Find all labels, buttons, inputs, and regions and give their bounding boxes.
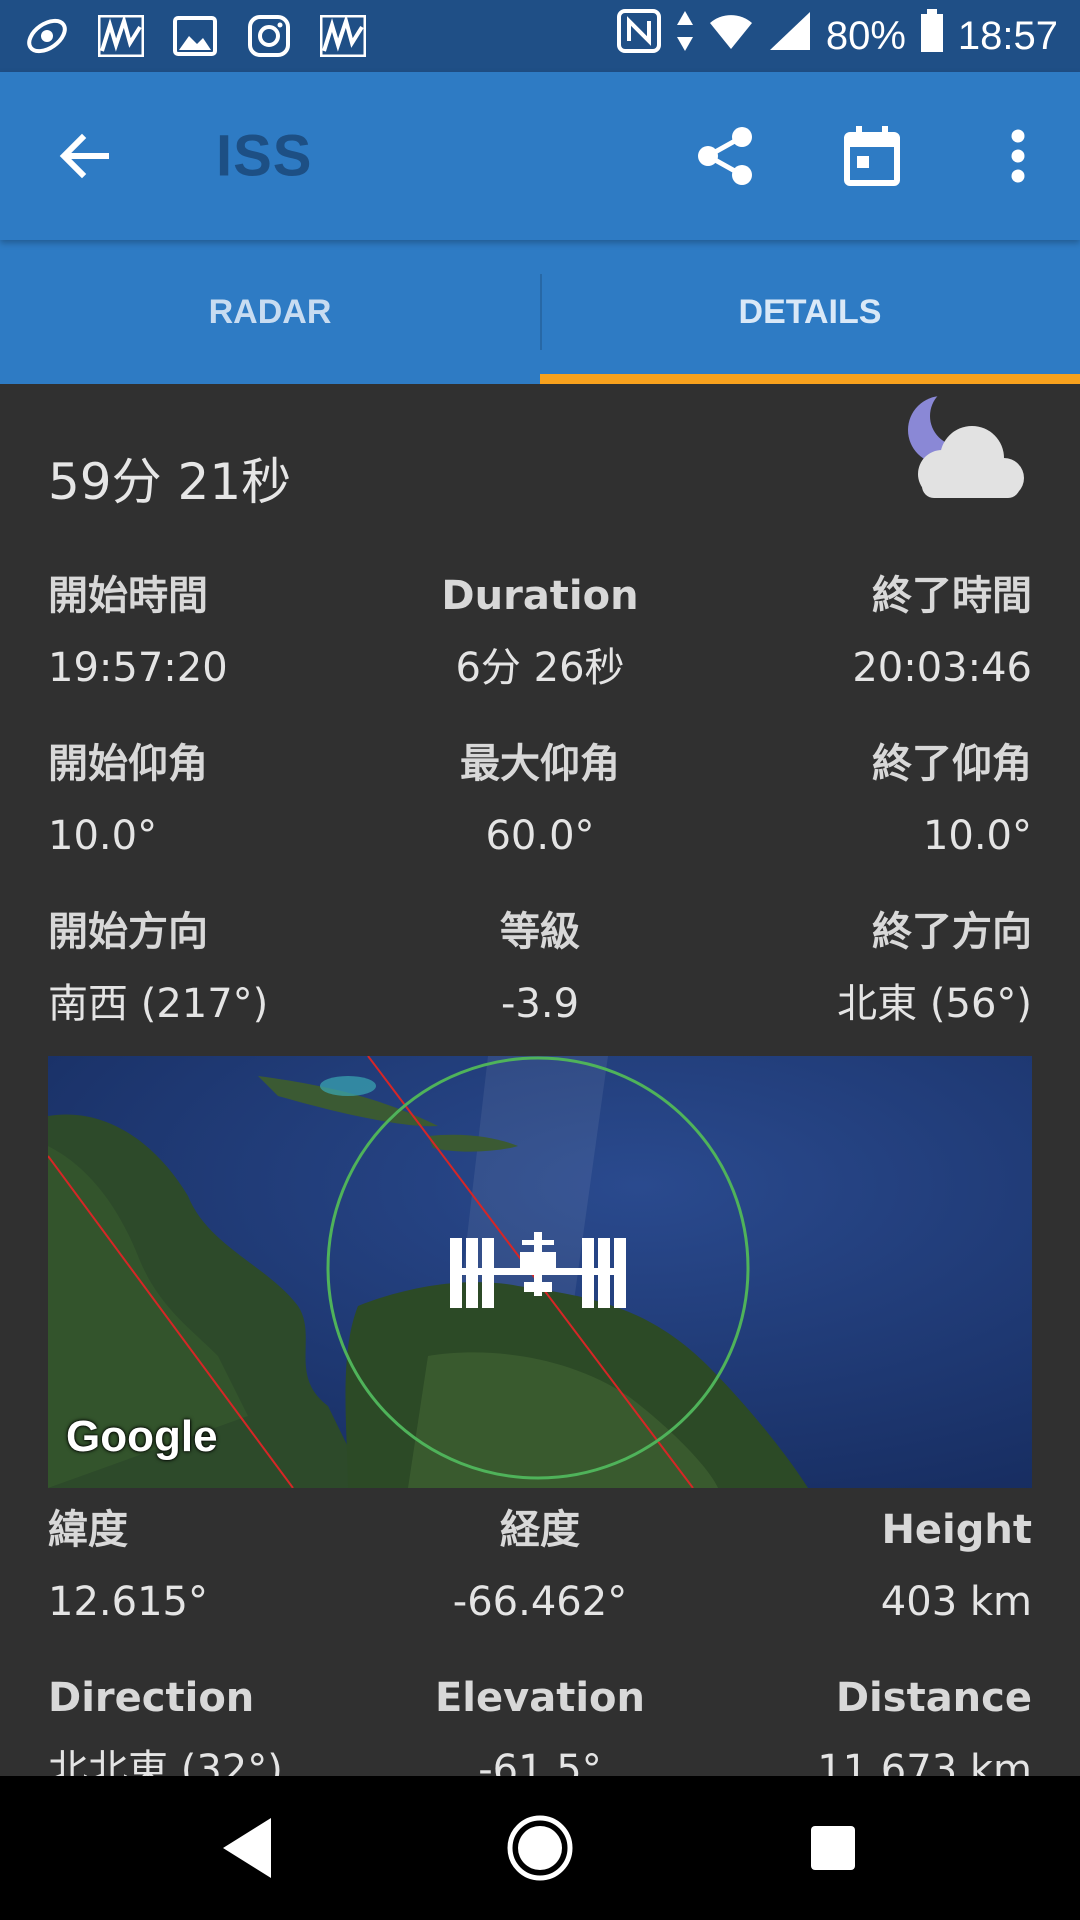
max-elevation-label: 最大仰角	[460, 741, 620, 787]
elevation-value: -61.5°	[478, 1747, 602, 1776]
distance-value: 11,673 km	[817, 1747, 1032, 1776]
direction-value: 北北東 (32°)	[48, 1747, 283, 1776]
calendar-button[interactable]	[834, 118, 910, 194]
instagram-icon	[244, 13, 294, 59]
details-panel: 59分 21秒 開始時間 19:57:20 Duration 6分 26秒 終了時間…	[0, 384, 1080, 1776]
tab-selected-indicator	[540, 374, 1080, 384]
elevation-row: 開始仰角 10.0° 最大仰角 60.0° 終了仰角 10.0°	[48, 736, 1032, 876]
more-vert-icon	[1011, 129, 1025, 183]
back-button[interactable]	[48, 120, 120, 192]
end-direction-value: 北東 (56°)	[837, 981, 1032, 1027]
wifi-icon	[708, 11, 754, 61]
gallery-icon	[170, 13, 220, 59]
nav-recents-icon	[811, 1826, 856, 1870]
tab-details[interactable]: DETAILS	[540, 240, 1080, 384]
end-direction-label: 終了方向	[872, 909, 1032, 955]
nav-home-button[interactable]	[490, 1798, 590, 1898]
end-elevation-label: 終了仰角	[872, 741, 1032, 787]
latitude-label: 緯度	[48, 1507, 128, 1553]
end-time-label: 終了時間	[872, 573, 1032, 619]
app-screen: 80% 18:57 ISS RADAR DETAILS 59分 21秒 開始時間…	[0, 0, 1080, 1920]
direction-label: Direction	[48, 1675, 255, 1721]
tab-divider	[540, 274, 542, 350]
nfc-icon	[616, 8, 662, 64]
calendar-icon	[844, 126, 900, 186]
end-elevation-value: 10.0°	[922, 813, 1032, 859]
status-bar: 80% 18:57	[0, 0, 1080, 72]
chart-app-icon	[96, 13, 146, 59]
height-value: 403 km	[880, 1579, 1032, 1625]
data-arrows-icon	[676, 9, 694, 63]
nav-back-icon	[222, 1818, 271, 1878]
distance-label: Distance	[835, 1675, 1032, 1721]
start-elevation-value: 10.0°	[48, 813, 158, 859]
latitude-value: 12.615°	[48, 1579, 208, 1625]
arrow-back-icon	[59, 133, 109, 179]
duration-value: 6分 26秒	[455, 645, 625, 691]
page-title: ISS	[216, 123, 313, 189]
end-time-value: 20:03:46	[852, 645, 1032, 691]
observer-row: Direction 北北東 (32°) Elevation -61.5° Dista…	[48, 1670, 1032, 1776]
start-elevation-label: 開始仰角	[48, 741, 208, 787]
app-bar: ISS	[0, 72, 1080, 240]
chart-app-icon-2	[318, 13, 368, 59]
google-attribution: Google	[66, 1412, 218, 1461]
start-time-label: 開始時間	[48, 573, 208, 619]
share-button[interactable]	[688, 118, 764, 194]
magnitude-value: -3.9	[500, 981, 580, 1027]
battery-percent: 80%	[825, 13, 906, 58]
longitude-label: 経度	[500, 1507, 580, 1553]
share-icon	[698, 127, 752, 185]
satellite-map[interactable]: Google	[48, 1056, 1032, 1488]
system-nav-bar	[0, 1776, 1080, 1920]
overflow-menu-button[interactable]	[980, 118, 1056, 194]
direction-row: 開始方向南西 (217°) 等級 -3.9 終了方向北東 (56°)	[48, 904, 1032, 1044]
countdown: 59分 21秒	[48, 453, 292, 511]
max-elevation-value: 60.0°	[485, 813, 595, 859]
height-label: Height	[881, 1507, 1032, 1553]
sync-app-icon	[22, 13, 72, 59]
start-direction-label: 開始方向	[48, 909, 208, 955]
time-row: 開始時間 19:57:20 Duration 6分 26秒 終了時間 20:03:46	[48, 568, 1032, 708]
longitude-value: -66.462°	[452, 1579, 628, 1625]
position-row: 緯度 12.615° 経度 -66.462° Height 403 km	[48, 1502, 1032, 1642]
nav-home-icon	[507, 1815, 573, 1881]
nav-recents-button[interactable]	[783, 1798, 883, 1898]
start-time-value: 19:57:20	[48, 645, 228, 691]
duration-label: Duration	[441, 573, 639, 619]
tab-radar[interactable]: RADAR	[0, 240, 540, 384]
start-direction-value: 南西 (217°)	[48, 981, 269, 1027]
magnitude-label: 等級	[500, 909, 580, 955]
elevation-label: Elevation	[434, 1675, 646, 1721]
signal-icon	[768, 10, 812, 62]
clock: 18:57	[957, 13, 1058, 58]
tab-bar: RADAR DETAILS	[0, 240, 1080, 384]
nav-back-button[interactable]	[197, 1798, 297, 1898]
battery-icon	[920, 9, 944, 63]
moon-cloud-icon	[908, 394, 1024, 498]
